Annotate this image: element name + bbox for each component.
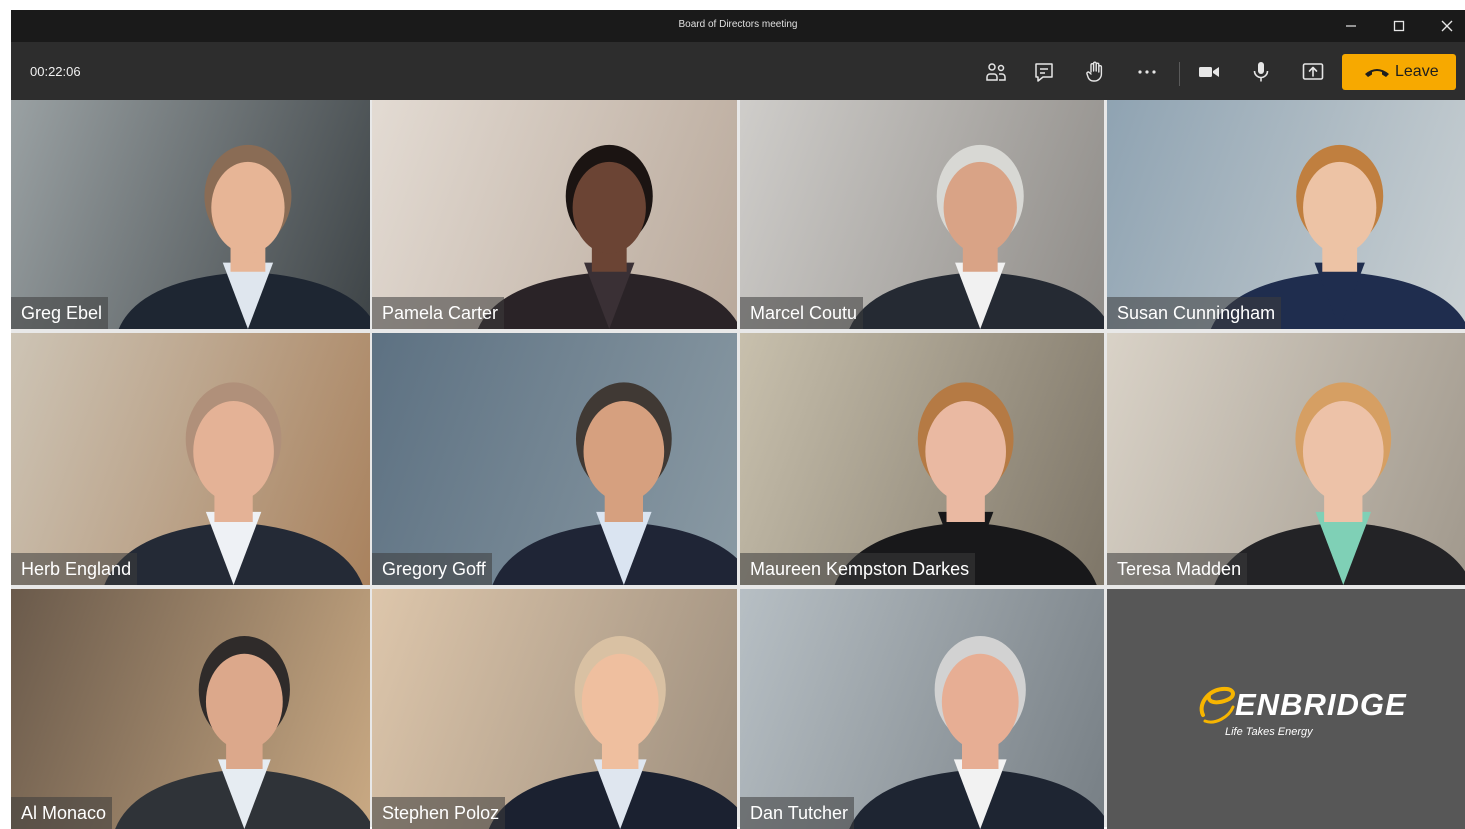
participant-video	[477, 144, 737, 329]
close-button[interactable]	[1425, 10, 1465, 42]
chat-button[interactable]	[1026, 54, 1062, 90]
participant-tile[interactable]: Gregory Goff	[372, 333, 737, 585]
title-bar: Board of Directors meeting	[11, 10, 1465, 42]
share-screen-button[interactable]	[1295, 54, 1331, 90]
video-grid: Greg Ebel Pamela Carter Marcel Coutu Susan …	[11, 100, 1465, 829]
brand-tile: ENBRIDGE Life Takes Energy	[1107, 589, 1465, 829]
call-timer: 00:22:06	[30, 64, 81, 79]
more-options-button[interactable]	[1129, 54, 1165, 90]
participants-button[interactable]	[978, 54, 1014, 90]
face-shape	[583, 401, 665, 502]
enbridge-logo: ENBRIDGE Life Takes Energy	[1195, 679, 1415, 749]
maximize-button[interactable]	[1377, 10, 1421, 42]
maximize-icon	[1393, 20, 1405, 32]
participant-name: Pamela Carter	[372, 297, 505, 329]
participant-name: Gregory Goff	[372, 553, 492, 585]
participants-icon	[986, 63, 1006, 81]
participant-video	[492, 382, 737, 585]
face-shape	[1303, 161, 1377, 254]
participant-video	[1210, 144, 1465, 329]
participant-name: Dan Tutcher	[740, 797, 855, 829]
participant-name: Maureen Kempston Darkes	[740, 553, 976, 585]
participant-tile[interactable]: Al Monaco	[11, 589, 370, 829]
minimize-button[interactable]	[1329, 10, 1373, 42]
microphone-icon	[1253, 62, 1269, 82]
participant-tile[interactable]: Dan Tutcher	[740, 589, 1104, 829]
raise-hand-button[interactable]	[1077, 54, 1113, 90]
participant-tile[interactable]: Teresa Madden	[1107, 333, 1465, 585]
leave-button[interactable]: Leave	[1342, 54, 1456, 90]
participant-video	[834, 382, 1097, 585]
chat-icon	[1035, 63, 1053, 82]
window-title: Board of Directors meeting	[678, 19, 798, 30]
participant-name: Herb England	[11, 553, 138, 585]
meeting-toolbar: 00:22:06 Leave	[11, 42, 1465, 100]
face-shape	[941, 653, 1019, 750]
face-shape	[193, 401, 274, 502]
participant-video	[104, 382, 363, 585]
brand-tagline: Life Takes Energy	[1225, 726, 1313, 738]
face-shape	[211, 161, 285, 254]
camera-icon	[1199, 67, 1219, 77]
participant-tile[interactable]: Greg Ebel	[11, 100, 370, 329]
participant-video	[488, 636, 737, 829]
face-shape	[943, 161, 1017, 254]
participant-name: Greg Ebel	[11, 297, 109, 329]
participant-name: Al Monaco	[11, 797, 113, 829]
participant-video	[118, 144, 370, 329]
participant-tile[interactable]: Maureen Kempston Darkes	[740, 333, 1104, 585]
participant-video	[115, 636, 370, 829]
participant-video	[849, 636, 1104, 829]
brand-wordmark: ENBRIDGE	[1235, 687, 1407, 722]
participant-name: Susan Cunningham	[1107, 297, 1282, 329]
participant-tile[interactable]: Marcel Coutu	[740, 100, 1104, 329]
camera-button[interactable]	[1191, 54, 1227, 90]
face-shape	[205, 653, 283, 750]
participant-name: Teresa Madden	[1107, 553, 1248, 585]
face-shape	[581, 653, 659, 750]
hang-up-icon	[1365, 69, 1389, 77]
share-screen-icon	[1302, 63, 1324, 80]
participant-tile[interactable]: Susan Cunningham	[1107, 100, 1465, 329]
participant-video	[849, 144, 1104, 329]
minimize-icon	[1346, 25, 1356, 27]
more-options-icon	[1138, 70, 1156, 74]
face-shape	[1302, 401, 1384, 502]
participant-name: Stephen Poloz	[372, 797, 506, 829]
toolbar-divider	[1179, 62, 1180, 86]
participant-tile[interactable]: Pamela Carter	[372, 100, 737, 329]
participant-tile[interactable]: Stephen Poloz	[372, 589, 737, 829]
participant-name: Marcel Coutu	[740, 297, 864, 329]
microphone-button[interactable]	[1243, 54, 1279, 90]
participant-video	[1214, 382, 1465, 585]
raise-hand-icon	[1086, 61, 1103, 82]
meeting-window: Board of Directors meeting 00:22:06 Leav…	[11, 10, 1465, 829]
face-shape	[572, 161, 646, 254]
leave-label: Leave	[1395, 63, 1439, 80]
participant-tile[interactable]: Herb England	[11, 333, 370, 585]
close-icon	[1441, 20, 1453, 32]
face-shape	[925, 401, 1006, 502]
